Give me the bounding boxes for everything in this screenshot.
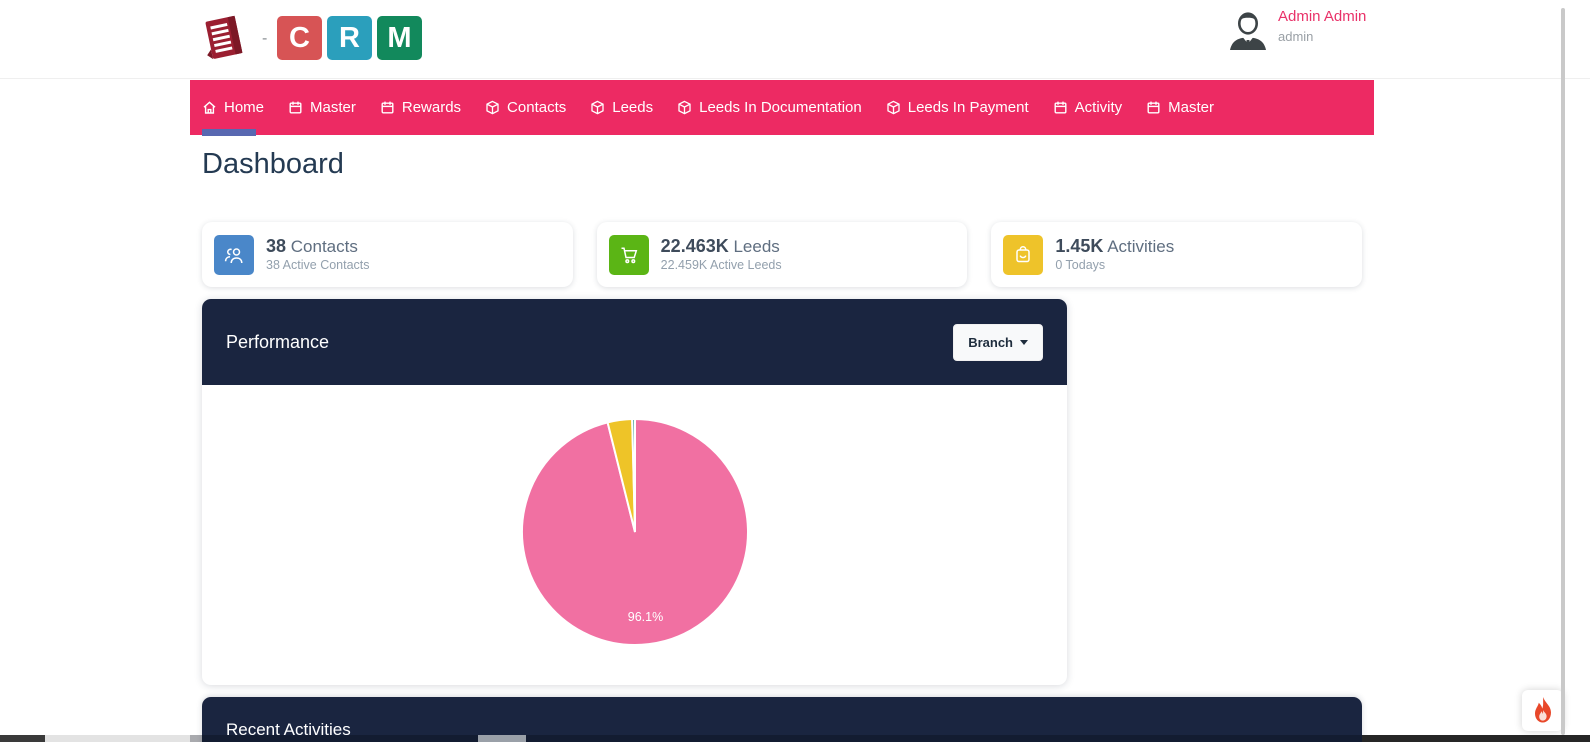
contacts-stat-text: 38 Contacts 38 Active Contacts: [266, 236, 370, 274]
nav-item-leeds[interactable]: Leeds: [578, 80, 665, 135]
nav-item-rewards[interactable]: Rewards: [368, 80, 473, 135]
nav-label: Home: [224, 99, 264, 116]
home-icon: [202, 100, 217, 115]
nav-item-activity[interactable]: Activity: [1041, 80, 1135, 135]
vertical-scrollbar[interactable]: [1561, 8, 1565, 735]
stat-cards-row: 38 Contacts 38 Active Contacts 22.463K L…: [202, 222, 1362, 287]
stat-subtext: 22.459K Active Leeds: [661, 257, 782, 274]
cube-icon: [886, 100, 901, 115]
cube-icon: [677, 100, 692, 115]
activities-stat-text: 1.45K Activities 0 Todays: [1055, 236, 1174, 274]
crm-logo[interactable]: C R M: [277, 16, 422, 60]
contacts-stat-card[interactable]: 38 Contacts 38 Active Contacts: [202, 222, 573, 287]
branch-filter-label: Branch: [968, 335, 1013, 350]
stat-subtext: 0 Todays: [1055, 257, 1174, 274]
logo-dash: -: [262, 30, 267, 48]
nav-label: Leeds: [612, 99, 653, 116]
branch-filter-dropdown[interactable]: Branch: [953, 324, 1043, 361]
activities-stat-card[interactable]: 1.45K Activities 0 Todays: [991, 222, 1362, 287]
horizontal-scrollbar[interactable]: [0, 735, 1590, 742]
nav-label: Leeds In Documentation: [699, 99, 862, 116]
stat-label: Activities: [1107, 237, 1174, 256]
performance-chart-area: 96.1%: [202, 385, 1067, 685]
stat-subtext: 38 Active Contacts: [266, 257, 370, 274]
crm-dashboard-page: - C R M Admin Admin admin Home Mast: [0, 0, 1590, 742]
company-logo-icon: [200, 13, 252, 63]
nav-label: Leeds In Payment: [908, 99, 1029, 116]
calendar-icon: [1053, 100, 1068, 115]
cube-icon: [485, 100, 500, 115]
performance-panel-header: Performance Branch: [202, 299, 1067, 385]
stat-value: 22.463K: [661, 236, 729, 256]
hscroll-segment: [0, 735, 45, 742]
flame-icon: [1532, 697, 1554, 724]
app-header: - C R M Admin Admin admin: [0, 0, 1590, 79]
bag-icon: [1003, 235, 1043, 275]
cube-icon: [590, 100, 605, 115]
nav-label: Contacts: [507, 99, 566, 116]
nav-item-master-2[interactable]: Master: [1134, 80, 1226, 135]
nav-label: Master: [1168, 99, 1214, 116]
nav-item-contacts[interactable]: Contacts: [473, 80, 578, 135]
hscroll-segment: [1362, 735, 1590, 742]
chevron-down-icon: [1020, 340, 1028, 345]
main-navbar: Home Master Rewards Contacts Leeds: [190, 80, 1374, 135]
hscroll-track: [45, 735, 190, 742]
performance-pie-chart: 96.1%: [202, 385, 1067, 685]
nav-item-leeds-in-documentation[interactable]: Leeds In Documentation: [665, 80, 874, 135]
user-name[interactable]: Admin Admin: [1278, 8, 1366, 25]
cart-icon: [609, 235, 649, 275]
page-title: Dashboard: [202, 148, 344, 181]
pie-slice-label: 96.1%: [628, 610, 663, 624]
hscroll-thumb[interactable]: [478, 735, 526, 742]
active-nav-indicator: [202, 129, 256, 136]
nav-label: Master: [310, 99, 356, 116]
calendar-icon: [380, 100, 395, 115]
user-role: admin: [1278, 29, 1313, 44]
users-icon: [214, 235, 254, 275]
performance-title: Performance: [226, 332, 329, 353]
nav-label: Activity: [1075, 99, 1123, 116]
calendar-icon: [1146, 100, 1161, 115]
stat-label: Leeds: [733, 237, 779, 256]
stat-label: Contacts: [291, 237, 358, 256]
user-avatar-icon[interactable]: [1226, 9, 1270, 51]
framework-badge[interactable]: [1522, 690, 1563, 731]
stat-value: 38: [266, 236, 286, 256]
performance-panel: Performance Branch 96.1%: [202, 299, 1067, 685]
nav-label: Rewards: [402, 99, 461, 116]
stat-value: 1.45K: [1055, 236, 1103, 256]
calendar-icon: [288, 100, 303, 115]
nav-item-home[interactable]: Home: [202, 80, 276, 135]
hscroll-track-dark: [190, 735, 1362, 742]
logo-letter-c: C: [277, 16, 322, 60]
leeds-stat-text: 22.463K Leeds 22.459K Active Leeds: [661, 236, 782, 274]
leeds-stat-card[interactable]: 22.463K Leeds 22.459K Active Leeds: [597, 222, 968, 287]
logo-letter-m: M: [377, 16, 422, 60]
nav-item-leeds-in-payment[interactable]: Leeds In Payment: [874, 80, 1041, 135]
nav-item-master[interactable]: Master: [276, 80, 368, 135]
logo-letter-r: R: [327, 16, 372, 60]
